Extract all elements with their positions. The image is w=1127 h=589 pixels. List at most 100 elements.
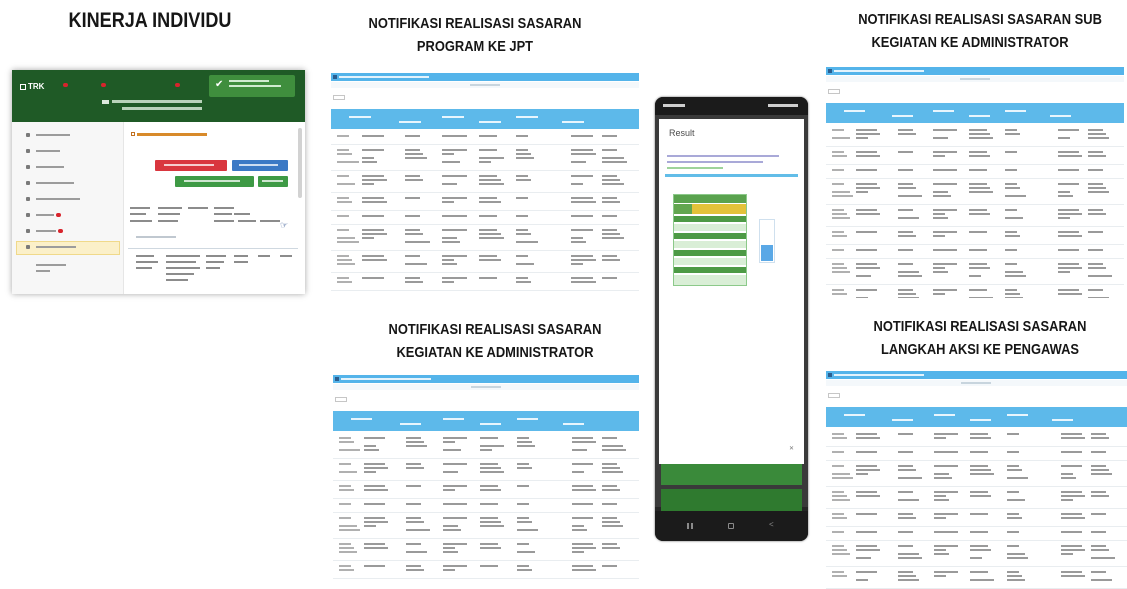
report-cell-text — [602, 233, 620, 235]
report-cell-text — [898, 293, 916, 295]
green-action-button[interactable] — [175, 176, 254, 187]
report-cell-text — [856, 433, 877, 435]
report-cell-text — [571, 259, 596, 261]
report-cell-text — [362, 255, 384, 257]
report-cell-text — [934, 495, 946, 497]
report-cell-text — [571, 161, 586, 163]
report-cell-text — [832, 545, 844, 547]
report-cell-text — [1007, 513, 1019, 515]
sidebar-item[interactable] — [26, 196, 116, 204]
report-cell-text — [516, 153, 531, 155]
report-button[interactable] — [335, 397, 347, 402]
report-cell-text — [832, 231, 844, 233]
report-cell-text — [1088, 209, 1103, 211]
report-cell-text — [602, 471, 623, 473]
report-cell-text — [1061, 549, 1085, 551]
report-cell-text — [1058, 137, 1070, 139]
dialog-close-icon[interactable]: ✕ — [789, 445, 794, 452]
user-box[interactable]: ✔ — [209, 75, 295, 97]
report-cell-text — [362, 183, 374, 185]
report-cell-text — [517, 565, 529, 567]
sidebar-item[interactable] — [26, 212, 116, 220]
report-cell-text — [933, 213, 945, 215]
report-cell-text — [571, 197, 593, 199]
report-cell-text — [856, 263, 877, 265]
report-cell-text — [364, 525, 376, 527]
header-nav-item[interactable] — [60, 82, 68, 87]
report-cell-text — [516, 229, 528, 231]
report-cell-text — [1088, 297, 1109, 298]
red-action-button[interactable] — [155, 160, 227, 171]
report-button[interactable] — [333, 95, 345, 100]
sidebar-item[interactable] — [26, 228, 116, 236]
report-cell-text — [1061, 575, 1085, 577]
report-cell-text — [516, 255, 528, 257]
report-cell-text — [856, 155, 880, 157]
report-cell-text — [1088, 213, 1106, 215]
report-row-separator — [826, 164, 1124, 165]
report-header-text — [480, 423, 501, 425]
notification-badge — [63, 82, 68, 87]
report-cell-text — [406, 463, 421, 465]
report-cell-text — [602, 277, 617, 279]
report-cell-text — [339, 485, 351, 487]
header-nav-item[interactable] — [172, 82, 180, 87]
scrollbar[interactable] — [298, 128, 302, 198]
report-cell-text — [856, 451, 877, 453]
report-cell-text — [1007, 499, 1025, 501]
background-green-button[interactable] — [661, 489, 802, 511]
report-cell-text — [1005, 297, 1023, 298]
report-cell-text — [933, 183, 957, 185]
back-icon[interactable]: < — [769, 520, 774, 529]
app-sidebar — [12, 122, 124, 294]
app-brand[interactable]: TRK — [20, 82, 44, 91]
sidebar-subitem[interactable] — [26, 268, 116, 276]
report-cell-text — [970, 571, 988, 573]
sidebar-item[interactable] — [26, 164, 116, 172]
report-cell-text — [1091, 469, 1109, 471]
report-cell-text — [898, 263, 913, 265]
sidebar-item[interactable] — [26, 132, 116, 140]
report-cell-text — [898, 469, 916, 471]
header-nav-item[interactable] — [98, 82, 106, 87]
sidebar-item[interactable] — [26, 180, 116, 188]
report-cell-text — [832, 571, 844, 573]
report-cell-text — [572, 463, 593, 465]
report-cell-text — [856, 169, 877, 171]
home-icon[interactable] — [728, 523, 734, 529]
report-cell-text — [442, 161, 460, 163]
report-cell-text — [898, 557, 922, 559]
sidebar-item[interactable] — [26, 244, 116, 252]
report-cell-text — [832, 191, 850, 193]
report-cell-text — [856, 465, 877, 467]
report-cell-text — [364, 543, 385, 545]
report-cell-text — [362, 215, 384, 217]
report-cell-text — [337, 135, 349, 137]
report-cell-text — [934, 575, 946, 577]
report-cell-text — [832, 517, 847, 519]
blue-action-button[interactable] — [232, 160, 288, 171]
report-cell-text — [602, 179, 620, 181]
report-cell-text — [898, 231, 913, 233]
report-cell-text — [1058, 169, 1079, 171]
report-cell-text — [898, 235, 916, 237]
report-cell-text — [856, 491, 877, 493]
report-button[interactable] — [828, 393, 840, 398]
report-cell-text — [602, 183, 624, 185]
report-cell-text — [602, 215, 617, 217]
heading-line-2: KEGIATAN KE ADMINISTRATOR — [396, 344, 594, 361]
sidebar-item[interactable] — [26, 148, 116, 156]
report-button[interactable] — [828, 89, 840, 94]
report-cell-text — [1007, 451, 1019, 453]
report-cell-text — [362, 277, 384, 279]
report-cell-text — [898, 151, 913, 153]
green-small-button[interactable] — [258, 176, 288, 187]
report-cell-text — [856, 473, 868, 475]
report-cell-text — [856, 531, 877, 533]
recent-apps-icon[interactable] — [687, 523, 693, 529]
report-cell-text — [933, 235, 945, 237]
report-cell-text — [969, 213, 990, 215]
report-cell-text — [571, 183, 583, 185]
report-cell-text — [1005, 289, 1017, 291]
report-cell-text — [572, 485, 593, 487]
